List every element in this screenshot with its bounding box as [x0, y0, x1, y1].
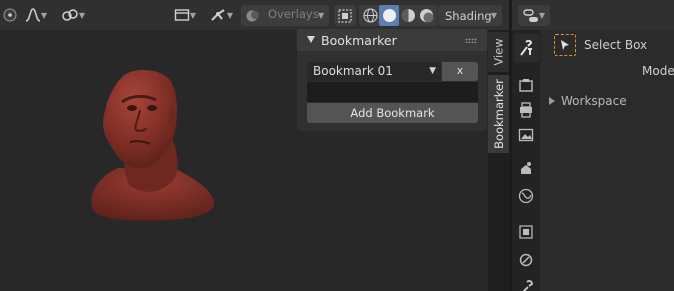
tab-object[interactable] [516, 222, 536, 242]
solid-shading-button[interactable] [379, 5, 399, 26]
tab-view[interactable]: View [488, 32, 509, 72]
workspace-section-header[interactable]: Workspace [549, 94, 627, 108]
tab-output[interactable] [516, 100, 536, 120]
properties-header: ▼ [512, 0, 674, 30]
object-types-button[interactable]: ▼ [170, 5, 200, 25]
wrench-icon [522, 279, 534, 291]
shading-label: Shading [445, 8, 492, 23]
tab-view-layer[interactable] [516, 125, 536, 145]
remove-bookmark-button[interactable]: x [442, 62, 478, 81]
material-shading-button[interactable] [399, 6, 417, 25]
link-icon [62, 9, 78, 21]
tab-bookmarker[interactable]: Bookmarker [488, 75, 509, 153]
tab-view-label: View [491, 38, 506, 66]
object-square-icon [519, 225, 533, 239]
collapse-triangle-icon[interactable] [307, 36, 315, 43]
image-icon [518, 128, 534, 142]
wireframe-shading-button[interactable] [361, 6, 379, 25]
drag-handle-icon[interactable] [465, 38, 477, 43]
chevron-down-icon: ▼ [189, 10, 197, 20]
chevron-down-icon: ▼ [490, 11, 497, 20]
editor-type-button[interactable]: ▼ [518, 5, 550, 26]
tab-modifiers[interactable] [516, 250, 536, 270]
add-bookmark-button[interactable]: Add Bookmark [307, 103, 478, 123]
falloff-curve-icon [25, 8, 41, 22]
camera-back-icon [519, 79, 533, 92]
printer-icon [520, 102, 532, 118]
tab-world[interactable] [516, 186, 536, 206]
modifier-icon [519, 253, 533, 267]
mode-label: Mode [642, 64, 674, 78]
panel-header[interactable]: Bookmarker [297, 29, 487, 51]
box-icon [174, 9, 190, 21]
overlays-icon [246, 10, 259, 21]
overlays-toggle[interactable] [241, 5, 265, 26]
shading-dropdown[interactable]: Shading ▼ [438, 5, 502, 26]
workspace-label: Workspace [561, 94, 627, 108]
xray-icon [338, 8, 352, 23]
bookmark-select-value: Bookmark 01 [313, 64, 393, 78]
cursor-arrow-icon [561, 40, 569, 50]
gizmo-icon [211, 9, 225, 21]
select-box-tool-button[interactable] [554, 34, 576, 56]
proportional-falloff-button[interactable]: ▼ [22, 5, 50, 25]
rendered-shading-button[interactable] [417, 6, 435, 25]
sidebar-tabs: View Bookmarker [488, 30, 509, 291]
tab-render[interactable] [516, 75, 536, 95]
solid-sphere-icon [382, 9, 396, 22]
bookmarker-panel: Bookmarker Bookmark 01 ▼ x Add Bookmark [297, 29, 487, 131]
panel-body: Bookmark 01 ▼ x Add Bookmark [297, 51, 487, 131]
chevron-down-icon: ▼ [538, 11, 546, 20]
expand-triangle-icon [549, 97, 555, 105]
add-bookmark-label: Add Bookmark [350, 106, 435, 120]
overlays-label: Overlays [268, 7, 319, 21]
remove-bookmark-label: x [456, 64, 464, 77]
bookmark-name-field[interactable] [307, 82, 478, 102]
select-box-label: Select Box [584, 38, 648, 52]
xray-toggle[interactable] [334, 5, 356, 26]
scene-icon [521, 162, 531, 174]
rendered-sphere-icon [419, 9, 433, 23]
pivot-point-button[interactable] [0, 6, 20, 24]
globe-icon [518, 188, 534, 204]
chevron-down-icon: ▼ [78, 10, 86, 20]
tab-bookmarker-label: Bookmarker [491, 79, 506, 149]
bookmark-select[interactable]: Bookmark 01 ▼ [307, 62, 441, 81]
material-sphere-icon [401, 9, 415, 22]
properties-editor-icon [523, 8, 538, 22]
tab-scene[interactable] [516, 158, 536, 178]
chevron-down-icon: ▼ [40, 10, 48, 20]
chevron-down-icon: ▼ [226, 10, 234, 20]
tab-particles[interactable] [516, 277, 536, 291]
chevron-down-icon: ▼ [318, 11, 325, 20]
pivot-icon [3, 8, 17, 22]
chevron-down-icon: ▼ [429, 66, 436, 76]
tab-tool[interactable] [516, 38, 536, 58]
wireframe-sphere-icon [362, 8, 378, 23]
panel-title: Bookmarker [321, 33, 397, 48]
gizmo-button[interactable]: ▼ [205, 5, 237, 25]
wrench-screwdriver-icon [520, 39, 533, 56]
snapping-button[interactable]: ▼ [58, 5, 88, 25]
